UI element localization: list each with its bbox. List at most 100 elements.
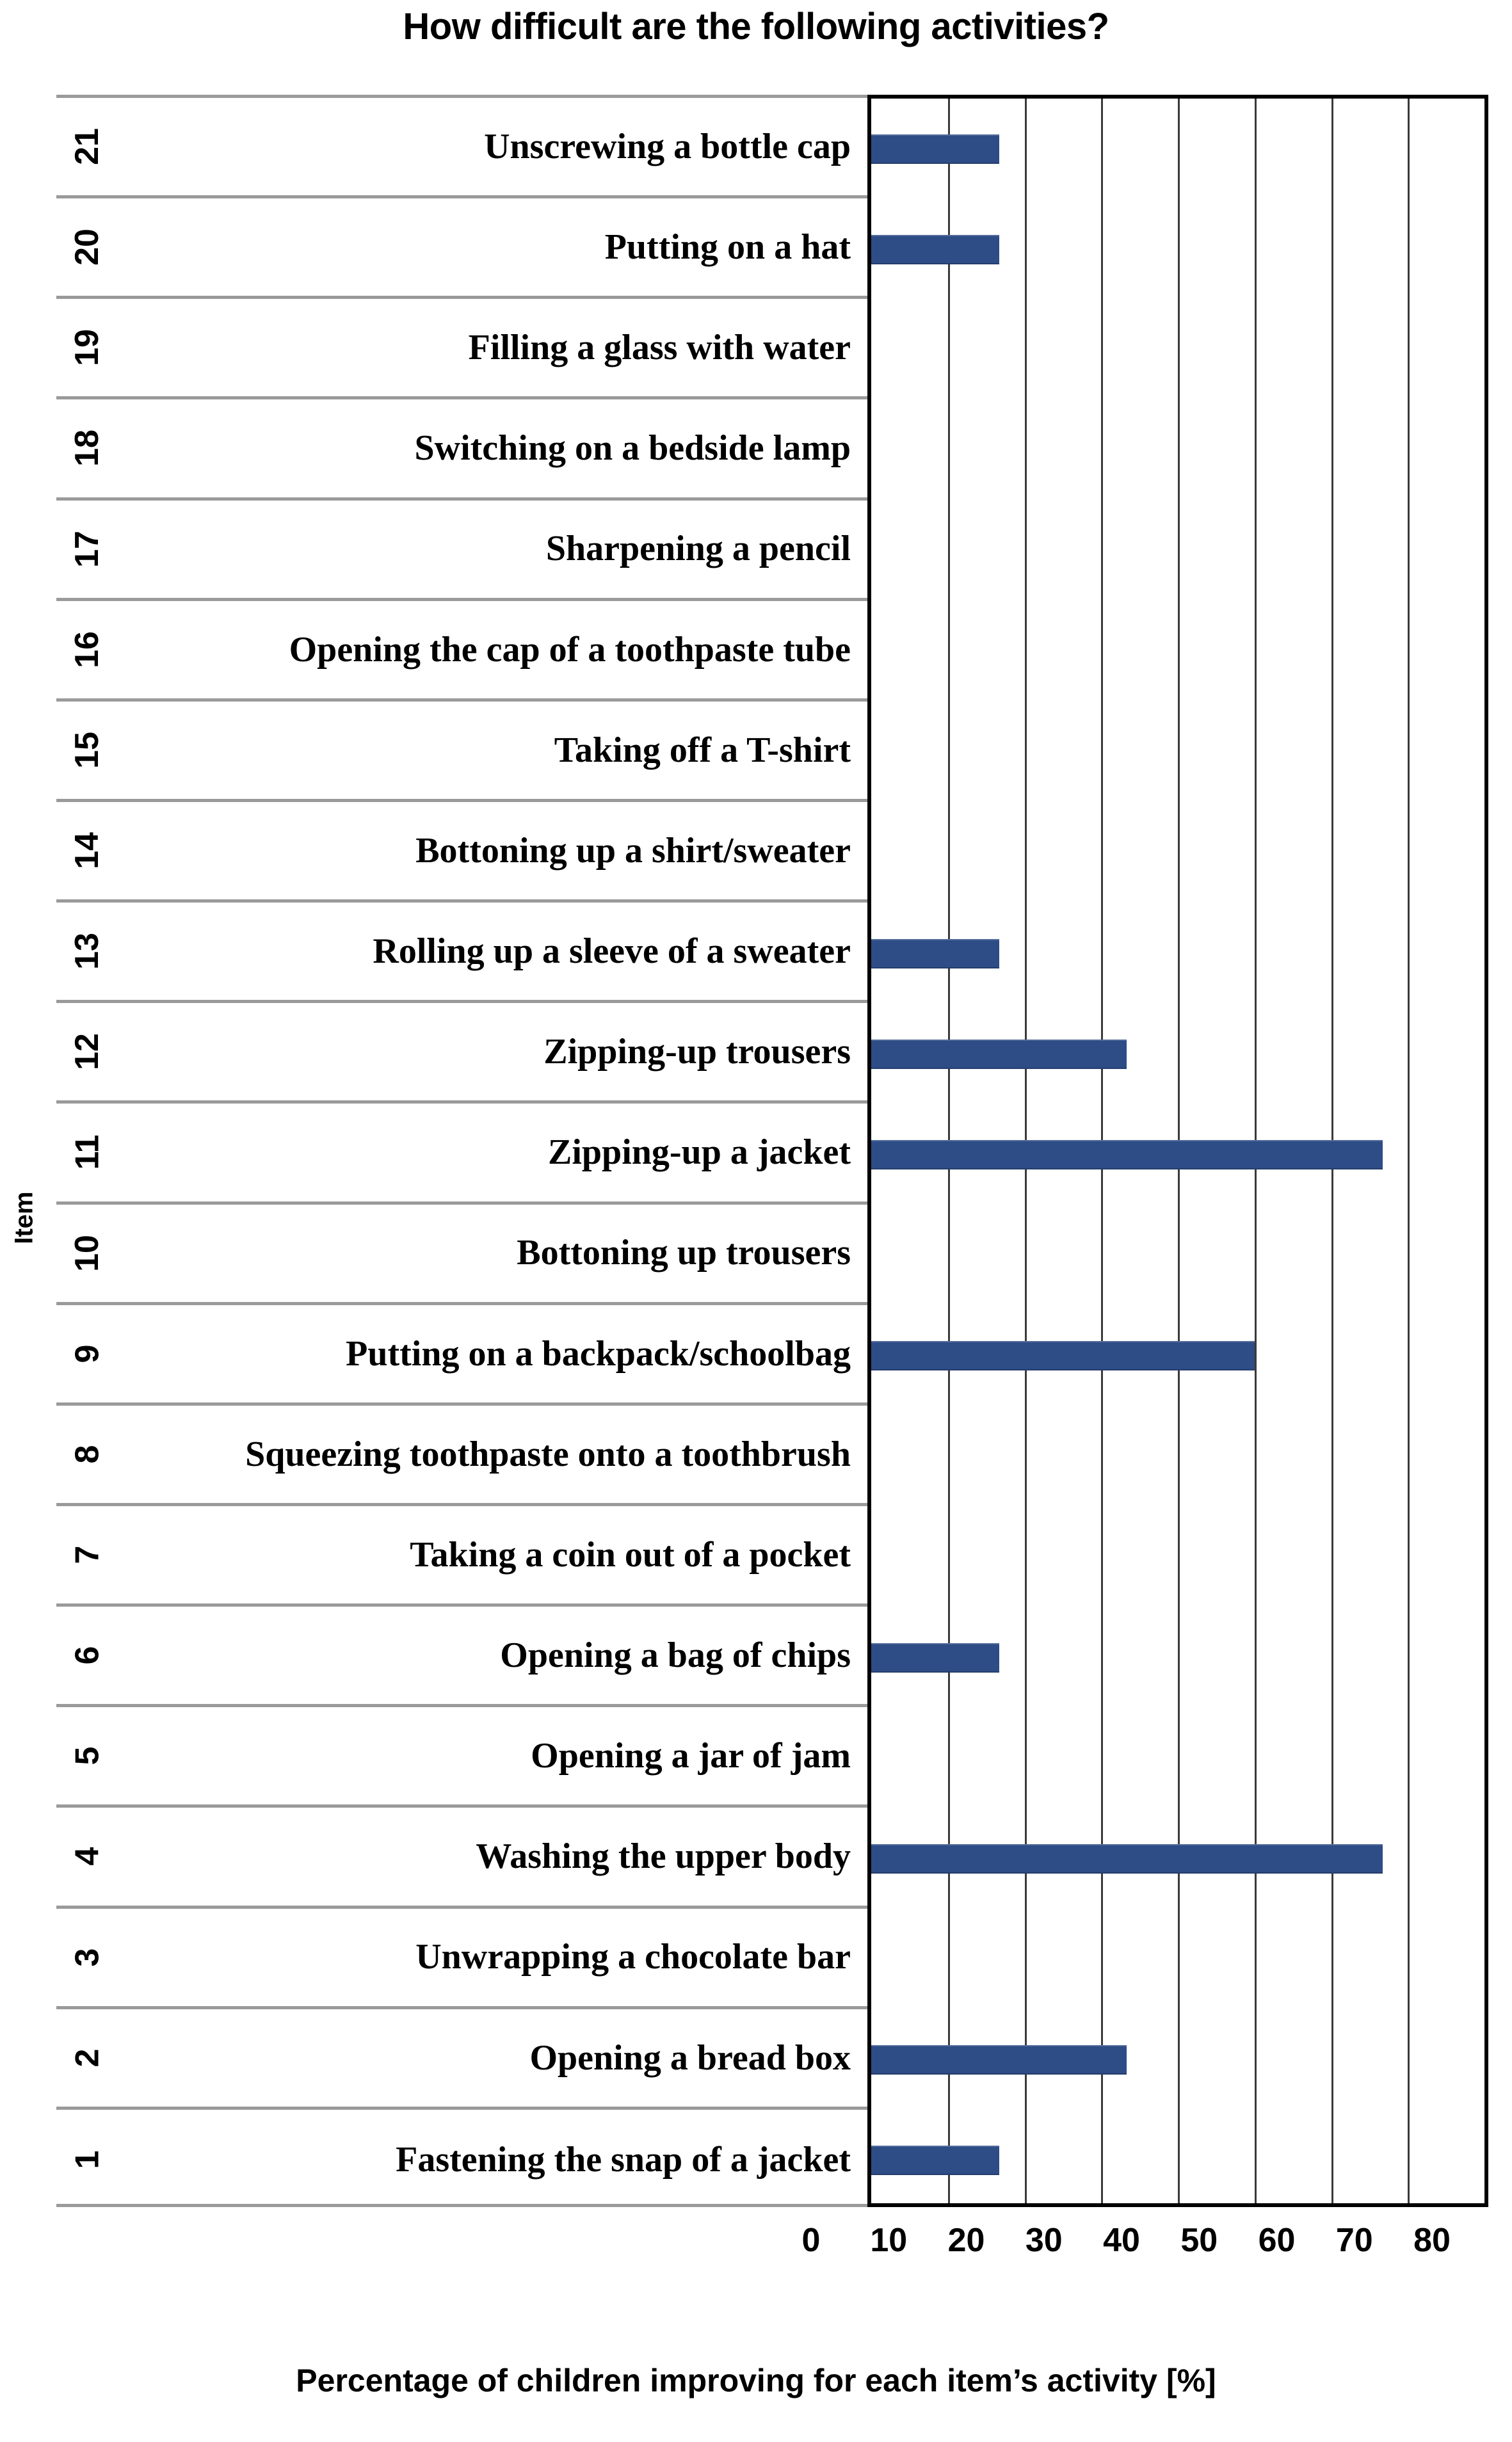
x-tick-label: 70 [1335, 2222, 1373, 2259]
item-row: 21 Unscrewing a bottle cap [56, 98, 867, 199]
item-number: 5 [56, 1707, 118, 1804]
x-tick-label: 50 [1180, 2222, 1218, 2259]
item-number-text: 3 [68, 1948, 106, 1967]
item-label: Sharpening a pencil [545, 529, 851, 569]
item-row: 16 Opening the cap of a toothpaste tube [56, 601, 867, 702]
item-number-text: 4 [68, 1847, 106, 1866]
chart-title: How difficult are the following activiti… [403, 6, 1109, 47]
bar-row [871, 1708, 1484, 1808]
bar-row [871, 2010, 1484, 2110]
item-number-text: 15 [68, 731, 106, 769]
item-label: Squeezing toothpaste onto a toothbrush [245, 1434, 851, 1474]
bar-row [871, 501, 1484, 602]
item-number: 15 [56, 702, 118, 799]
bar-row [871, 1306, 1484, 1406]
x-tick-label: 60 [1258, 2222, 1296, 2259]
bar-row [871, 300, 1484, 400]
item-number: 17 [56, 501, 118, 598]
item-number-text: 14 [68, 832, 106, 869]
item-number: 3 [56, 1909, 118, 2006]
item-row: 14 Bottoning up a shirt/sweater [56, 802, 867, 903]
bar [871, 1039, 1127, 1069]
item-label: Opening a bread box [529, 2037, 851, 2078]
item-label: Bottoning up a shirt/sweater [415, 830, 851, 871]
item-row: 13 Rolling up a sleeve of a sweater [56, 903, 867, 1004]
bar-row [871, 1808, 1484, 1909]
chart-figure: How difficult are the following activiti… [0, 0, 1512, 2442]
x-axis-title: Percentage of children improving for eac… [296, 2363, 1216, 2398]
bar-row [871, 199, 1484, 300]
item-number-text: 6 [68, 1646, 106, 1665]
bar-row [871, 1104, 1484, 1205]
bar-series [871, 99, 1484, 2203]
item-number: 2 [56, 2009, 118, 2107]
item-row: 1 Fastening the snap of a jacket [56, 2110, 867, 2210]
item-number: 6 [56, 1607, 118, 1704]
item-row: 9 Putting on a backpack/schoolbag [56, 1305, 867, 1406]
item-number-text: 21 [68, 128, 106, 165]
bar [871, 234, 999, 264]
item-label: Switching on a bedside lamp [414, 428, 851, 469]
item-number-text: 10 [68, 1234, 106, 1272]
item-label: Zipping-up a jacket [548, 1132, 851, 1173]
item-number: 1 [56, 2110, 118, 2210]
item-number: 9 [56, 1305, 118, 1402]
bar-row [871, 2110, 1484, 2203]
bar-row [871, 1205, 1484, 1306]
item-number-text: 5 [68, 1746, 106, 1765]
item-row: 8 Squeezing toothpaste onto a toothbrush [56, 1406, 867, 1506]
bar [871, 1139, 1383, 1169]
x-tick-label: 40 [1103, 2222, 1140, 2259]
item-row: 17 Sharpening a pencil [56, 501, 867, 601]
bar-row [871, 1004, 1484, 1104]
x-axis-tick-labels: 0 10 20 30 40 50 60 70 80 [802, 2221, 1451, 2272]
bar [871, 2045, 1127, 2075]
item-number: 11 [56, 1104, 118, 1201]
item-label: Taking a coin out of a pocket [410, 1534, 851, 1575]
item-number: 13 [56, 903, 118, 1000]
bar-row [871, 1607, 1484, 1708]
item-number-text: 11 [68, 1134, 106, 1170]
item-number-text: 18 [68, 430, 106, 467]
bar-row [871, 400, 1484, 501]
item-number-text: 1 [68, 2150, 106, 2169]
item-number: 12 [56, 1003, 118, 1100]
bar [871, 1844, 1383, 1874]
item-number: 21 [56, 98, 118, 195]
bar-row [871, 1909, 1484, 2010]
chart-plot-region: 21 Unscrewing a bottle cap 20 Putting on a … [56, 95, 1488, 2207]
item-number: 14 [56, 802, 118, 899]
item-row: 6 Opening a bag of chips [56, 1607, 867, 1708]
item-label: Taking off a T-shirt [554, 730, 851, 770]
x-tick-label: 30 [1025, 2222, 1063, 2259]
bar [871, 1643, 999, 1673]
item-label: Washing the upper body [476, 1836, 851, 1877]
plot-area [867, 95, 1488, 2207]
item-number-text: 16 [68, 631, 106, 668]
item-number-text: 8 [68, 1445, 106, 1464]
plot-inner [871, 99, 1484, 2203]
bar [871, 134, 999, 164]
item-label: Bottoning up trousers [517, 1233, 851, 1273]
item-row: 20 Putting on a hat [56, 198, 867, 300]
item-number-text: 17 [68, 530, 106, 568]
x-tick-label: 0 [801, 2222, 821, 2259]
item-number: 18 [56, 399, 118, 497]
bar [871, 1341, 1255, 1371]
bar [871, 938, 999, 968]
item-number: 7 [56, 1506, 118, 1603]
bar-row [871, 1406, 1484, 1507]
item-number: 16 [56, 601, 118, 698]
bar-row [871, 803, 1484, 903]
item-row: 11 Zipping-up a jacket [56, 1104, 867, 1205]
item-row: 12 Zipping-up trousers [56, 1003, 867, 1104]
item-label: Unwrapping a chocolate bar [415, 1937, 851, 1977]
item-row: 2 Opening a bread box [56, 2009, 867, 2110]
bar-row [871, 702, 1484, 803]
item-number: 19 [56, 299, 118, 396]
item-row: 18 Switching on a bedside lamp [56, 399, 867, 501]
x-tick-label: 80 [1413, 2222, 1451, 2259]
x-tick-label: 20 [947, 2222, 985, 2259]
bar [871, 2146, 999, 2176]
item-row: 10 Bottoning up trousers [56, 1205, 867, 1305]
